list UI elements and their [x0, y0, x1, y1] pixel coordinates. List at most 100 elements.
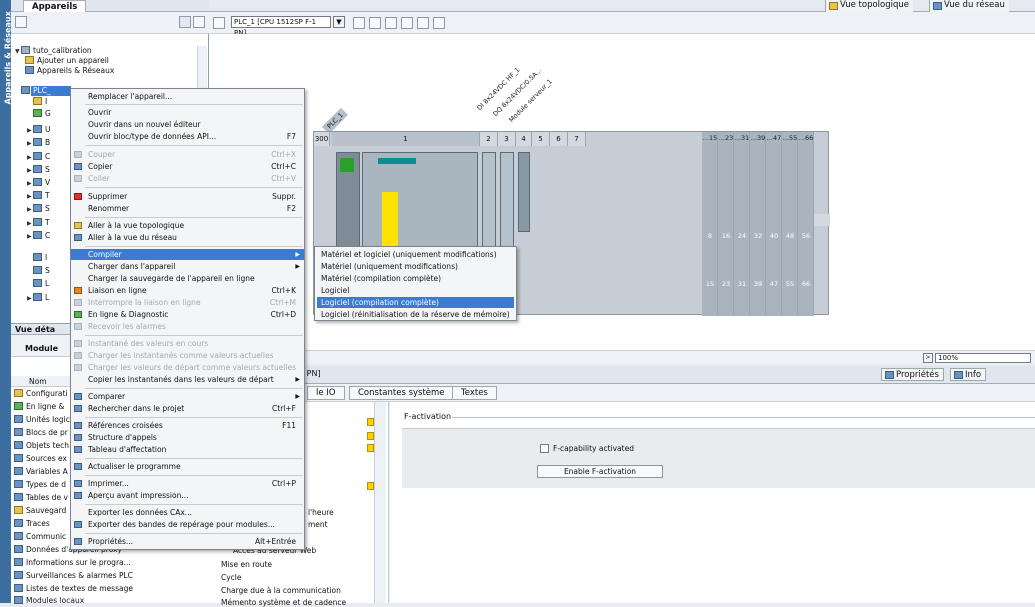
tab-texts[interactable]: Textes: [452, 386, 497, 400]
tree-item-devices-networks[interactable]: Appareils & Réseaux: [25, 66, 114, 76]
inspector-scrollbar[interactable]: [374, 402, 386, 603]
nav-item[interactable]: ment: [308, 520, 328, 529]
tree-item[interactable]: L: [33, 279, 49, 289]
tree-item[interactable]: ▶ T: [27, 191, 50, 201]
chevron-down-icon[interactable]: ▼: [333, 16, 345, 28]
tree-item[interactable]: ▶ V: [27, 178, 50, 188]
menu-item-paste[interactable]: Coller Ctrl+V: [71, 173, 304, 184]
menu-item-export-cax[interactable]: Exporter les données CAx...: [71, 507, 304, 518]
network-view-button[interactable]: Vue du réseau: [929, 0, 1009, 12]
expansion-slot[interactable]: [734, 132, 750, 316]
menu-item-compile[interactable]: Compiler ▶: [71, 249, 304, 260]
tab-system-constants[interactable]: Constantes système: [349, 386, 454, 400]
chevron-right-icon[interactable]: >: [923, 353, 933, 363]
column-name[interactable]: Nom: [29, 377, 47, 386]
submenu-item-hw-sw-changes[interactable]: Matériel et logiciel (uniquement modific…: [317, 249, 514, 260]
menu-item-search[interactable]: Rechercher dans le projet Ctrl+F: [71, 403, 304, 414]
list-item[interactable]: Sources ex: [14, 454, 67, 464]
expansion-slot[interactable]: [750, 132, 766, 316]
menu-item-copy[interactable]: Copier Ctrl+C: [71, 161, 304, 172]
menu-item-copy-snapshot[interactable]: Copier les instantanés dans les valeurs …: [71, 374, 304, 385]
submenu-item-sw[interactable]: Logiciel: [317, 285, 514, 296]
list-item[interactable]: Surveillances & alarmes PLC: [14, 571, 133, 581]
menu-item-load-backup[interactable]: Charger la sauvegarde de l'appareil en l…: [71, 273, 304, 284]
toolbar-icon[interactable]: [369, 17, 381, 29]
list-item[interactable]: Sauvegard: [14, 506, 66, 516]
menu-item-online-diagnostics[interactable]: En ligne & Diagnostic Ctrl+D: [71, 309, 304, 320]
tree-item[interactable]: ▶ C: [27, 231, 50, 241]
f-capability-checkbox[interactable]: [540, 444, 549, 453]
tree-item[interactable]: ▶ S: [27, 204, 50, 214]
topology-view-button[interactable]: Vue topologique: [825, 0, 914, 12]
tree-item[interactable]: ▶ B: [27, 138, 50, 148]
tree-item[interactable]: I: [33, 97, 47, 107]
tree-item[interactable]: ▶ T: [27, 218, 50, 228]
menu-item-receive-alarms[interactable]: Recevoir les alarmes: [71, 321, 304, 332]
toolbar-icon[interactable]: [353, 17, 365, 29]
menu-item-topology[interactable]: Aller à la vue topologique: [71, 220, 304, 231]
list-item[interactable]: Objets tech: [14, 441, 69, 451]
submenu-item-sw-reset[interactable]: Logiciel (réinitialisation de la réserve…: [317, 309, 514, 320]
menu-item-print-preview[interactable]: Aperçu avant impression...: [71, 490, 304, 501]
tree-item-plc[interactable]: ▼ PLC_: [15, 86, 51, 96]
toolbar-icon[interactable]: [417, 17, 429, 29]
nav-item[interactable]: Charge due à la communication: [221, 586, 341, 595]
vertical-tab-devices[interactable]: Appareils & Réseaux: [0, 0, 13, 603]
tree-view-icon[interactable]: [179, 16, 191, 28]
list-item[interactable]: Unités logic: [14, 415, 70, 425]
menu-item-download[interactable]: Charger dans l'appareil ▶: [71, 261, 304, 272]
list-item[interactable]: Variables A: [14, 467, 68, 477]
nav-item[interactable]: l'heure: [308, 508, 334, 517]
zoom-icon[interactable]: [433, 17, 445, 29]
list-item[interactable]: Configurati: [14, 389, 68, 399]
device-selector[interactable]: PLC_1 [CPU 1512SP F-1 PN]: [231, 16, 331, 37]
menu-item-call-structure[interactable]: Structure d'appels: [71, 432, 304, 443]
info-tab[interactable]: Info: [950, 368, 987, 381]
list-item[interactable]: Communic: [14, 532, 66, 542]
tree-item[interactable]: S: [33, 266, 50, 276]
tree-grid-icon[interactable]: [15, 16, 27, 28]
nav-item[interactable]: Cycle: [221, 573, 242, 582]
tree-item-add-device[interactable]: Ajouter un appareil: [25, 56, 109, 66]
menu-item-replace[interactable]: Remplacer l'appareil...: [71, 91, 304, 102]
menu-item-print[interactable]: Imprimer... Ctrl+P: [71, 478, 304, 489]
menu-item-open[interactable]: Ouvrir: [71, 107, 304, 118]
menu-item-load-snapshot[interactable]: Charger les instantanés comme valeurs ac…: [71, 350, 304, 361]
expansion-slot[interactable]: [718, 132, 734, 316]
menu-item-snapshot[interactable]: Instantané des valeurs en cours: [71, 338, 304, 349]
tree-item[interactable]: I: [33, 253, 47, 263]
menu-item-load-start-values[interactable]: Charger les valeurs de départ comme vale…: [71, 362, 304, 373]
menu-item-go-offline[interactable]: Interrompre la liaison en ligne Ctrl+M: [71, 297, 304, 308]
tree-item[interactable]: G: [33, 109, 51, 119]
toolbar-icon[interactable]: [385, 17, 397, 29]
submenu-item-hw-changes[interactable]: Matériel (uniquement modifications): [317, 261, 514, 272]
tree-item[interactable]: ▶ S: [27, 165, 50, 175]
list-item[interactable]: Blocs de pr: [14, 428, 68, 438]
list-item[interactable]: Modules locaux: [14, 596, 84, 606]
menu-item-properties[interactable]: Propriétés... Alt+Entrée: [71, 536, 304, 547]
device-icon[interactable]: [213, 17, 225, 29]
expansion-slot[interactable]: [702, 132, 718, 316]
menu-item-network[interactable]: Aller à la vue du réseau: [71, 232, 304, 243]
toolbar-icon[interactable]: [401, 17, 413, 29]
tab-io[interactable]: le IO: [307, 386, 345, 400]
menu-item-cut[interactable]: Couper Ctrl+X: [71, 149, 304, 160]
menu-item-cross-references[interactable]: Références croisées F11: [71, 420, 304, 431]
submenu-item-hw-full[interactable]: Matériel (compilation complète): [317, 273, 514, 284]
tree-item-project[interactable]: ▼ tuto_calibration: [15, 46, 92, 56]
menu-item-open-block[interactable]: Ouvrir bloc/type de données API... F7: [71, 131, 304, 142]
tree-network-icon[interactable]: [193, 16, 205, 28]
server-module[interactable]: [518, 152, 530, 232]
menu-item-compare[interactable]: Comparer ▶: [71, 391, 304, 402]
menu-item-delete[interactable]: Supprimer Suppr.: [71, 191, 304, 202]
menu-item-open-new-editor[interactable]: Ouvrir dans un nouvel éditeur: [71, 119, 304, 130]
tab-module[interactable]: Module: [25, 344, 58, 353]
menu-item-update-program[interactable]: Actualiser le programme: [71, 461, 304, 472]
tree-item[interactable]: ▶ L: [27, 293, 49, 303]
menu-item-rename[interactable]: Renommer F2: [71, 203, 304, 214]
enable-f-activation-button[interactable]: Enable F-activation: [537, 465, 663, 478]
nav-item[interactable]: Mise en route: [221, 560, 272, 569]
properties-tab[interactable]: Propriétés: [881, 368, 944, 381]
expansion-slot[interactable]: [782, 132, 798, 316]
expansion-slot[interactable]: [766, 132, 782, 316]
